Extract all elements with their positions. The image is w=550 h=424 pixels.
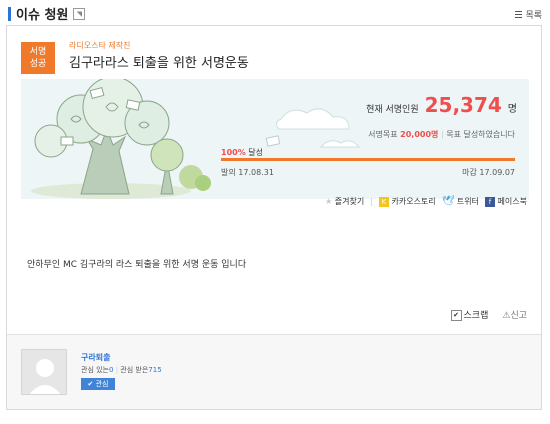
author-name[interactable]: 구라퇴출	[81, 352, 110, 363]
progress-percent-label: 100% 달성	[221, 147, 263, 158]
report-label: 신고	[510, 311, 527, 321]
twitter-share-button[interactable]: 🕊 트위터	[442, 196, 479, 207]
goal-value: 20,000명	[400, 130, 439, 139]
bookmark-label: 즐겨찾기	[334, 197, 365, 206]
section-header: 이슈 청원 ◥	[8, 4, 86, 23]
signers-unit: 명	[507, 104, 517, 115]
author-meta: 관심 있는0 | 관심 받은715	[81, 365, 162, 375]
check-icon: ✔	[87, 380, 94, 388]
follow-label: 관심	[95, 380, 109, 388]
followers-label: 관심 받은	[120, 366, 149, 374]
kakaostory-icon: K	[378, 197, 389, 207]
followers-count: 715	[148, 366, 162, 374]
list-link-label: 목록	[525, 11, 542, 21]
facebook-share-button[interactable]: f 페이스북	[485, 196, 527, 207]
following-label: 관심 있는	[81, 366, 109, 374]
default-avatar-icon	[29, 359, 61, 394]
following-count: 0	[109, 366, 114, 374]
follow-button[interactable]: ✔ 관심	[81, 378, 115, 390]
signers-label: 현재 서명인원	[366, 105, 419, 115]
section-title: 이슈 청원	[16, 8, 69, 23]
start-date: 발의 17.08.31	[221, 167, 274, 178]
scrap-icon: ✔	[450, 310, 462, 321]
progress-banner: 현재 서명인원 25,374 명 서명목표 20,000명 | 목표 달성하였습…	[21, 79, 529, 199]
goal-label: 서명목표	[368, 130, 398, 139]
petition-actions: ✔ 스크랩 ⚠신고	[450, 308, 527, 321]
petition-producer: 라디오스타 제작진	[69, 41, 131, 50]
progress-percent: 100%	[221, 148, 246, 157]
end-label: 마감	[462, 168, 477, 177]
progress-text: 달성	[248, 148, 263, 157]
scrap-button[interactable]: ✔ 스크랩	[450, 308, 489, 321]
author-panel: 구라퇴출 관심 있는0 | 관심 받은715 ✔ 관심	[7, 334, 541, 409]
list-icon	[515, 11, 523, 18]
success-badge: 서명 성공	[21, 42, 55, 74]
kakao-share-button[interactable]: K 카카오스토리	[378, 196, 436, 207]
report-button[interactable]: ⚠신고	[502, 308, 527, 321]
signers-count: 25,374	[424, 93, 502, 117]
facebook-icon: f	[485, 197, 495, 207]
meta-divider: |	[115, 366, 119, 374]
header-accent-bar	[8, 6, 11, 21]
badge-line1: 서명	[29, 47, 47, 57]
star-icon: ★	[325, 197, 333, 206]
facebook-label: 페이스북	[497, 197, 527, 206]
end-date-value: 17.09.07	[479, 168, 515, 177]
start-date-value: 17.08.31	[238, 168, 274, 177]
rss-icon[interactable]: ◥	[73, 7, 86, 20]
goal-status: 목표 달성하였습니다	[446, 130, 515, 139]
kakao-label: 카카오스토리	[391, 197, 436, 206]
start-label: 발의	[221, 168, 236, 177]
badge-line2: 성공	[29, 59, 47, 69]
progress-track	[221, 158, 515, 161]
progress-fill	[221, 158, 515, 161]
goal-info: 서명목표 20,000명 | 목표 달성하였습니다	[368, 129, 515, 140]
signers-stats: 현재 서명인원 25,374 명	[366, 93, 517, 117]
twitter-icon: 🕊	[441, 196, 455, 207]
petition-description: 안하무인 MC 김구라의 라스 퇴출을 위한 서명 운동 입니다	[27, 260, 247, 270]
scrap-label: 스크랩	[463, 311, 489, 321]
goal-separator: |	[440, 130, 444, 139]
share-bar: ★ 즐겨찾기 | K 카카오스토리 🕊 트위터 f 페이스북	[325, 196, 527, 207]
avatar[interactable]	[21, 349, 67, 395]
list-link[interactable]: 목록	[515, 8, 542, 21]
bookmark-button[interactable]: ★ 즐겨찾기	[325, 196, 364, 207]
twitter-label: 트위터	[456, 197, 479, 206]
share-divider: |	[370, 197, 373, 206]
end-date: 마감 17.09.07	[462, 167, 515, 178]
petition-card: 서명 성공 라디오스타 제작진 김구라라스 퇴출을 위한 서명운동 현재 서명인…	[6, 25, 542, 410]
petition-title: 김구라라스 퇴출을 위한 서명운동	[69, 56, 249, 71]
